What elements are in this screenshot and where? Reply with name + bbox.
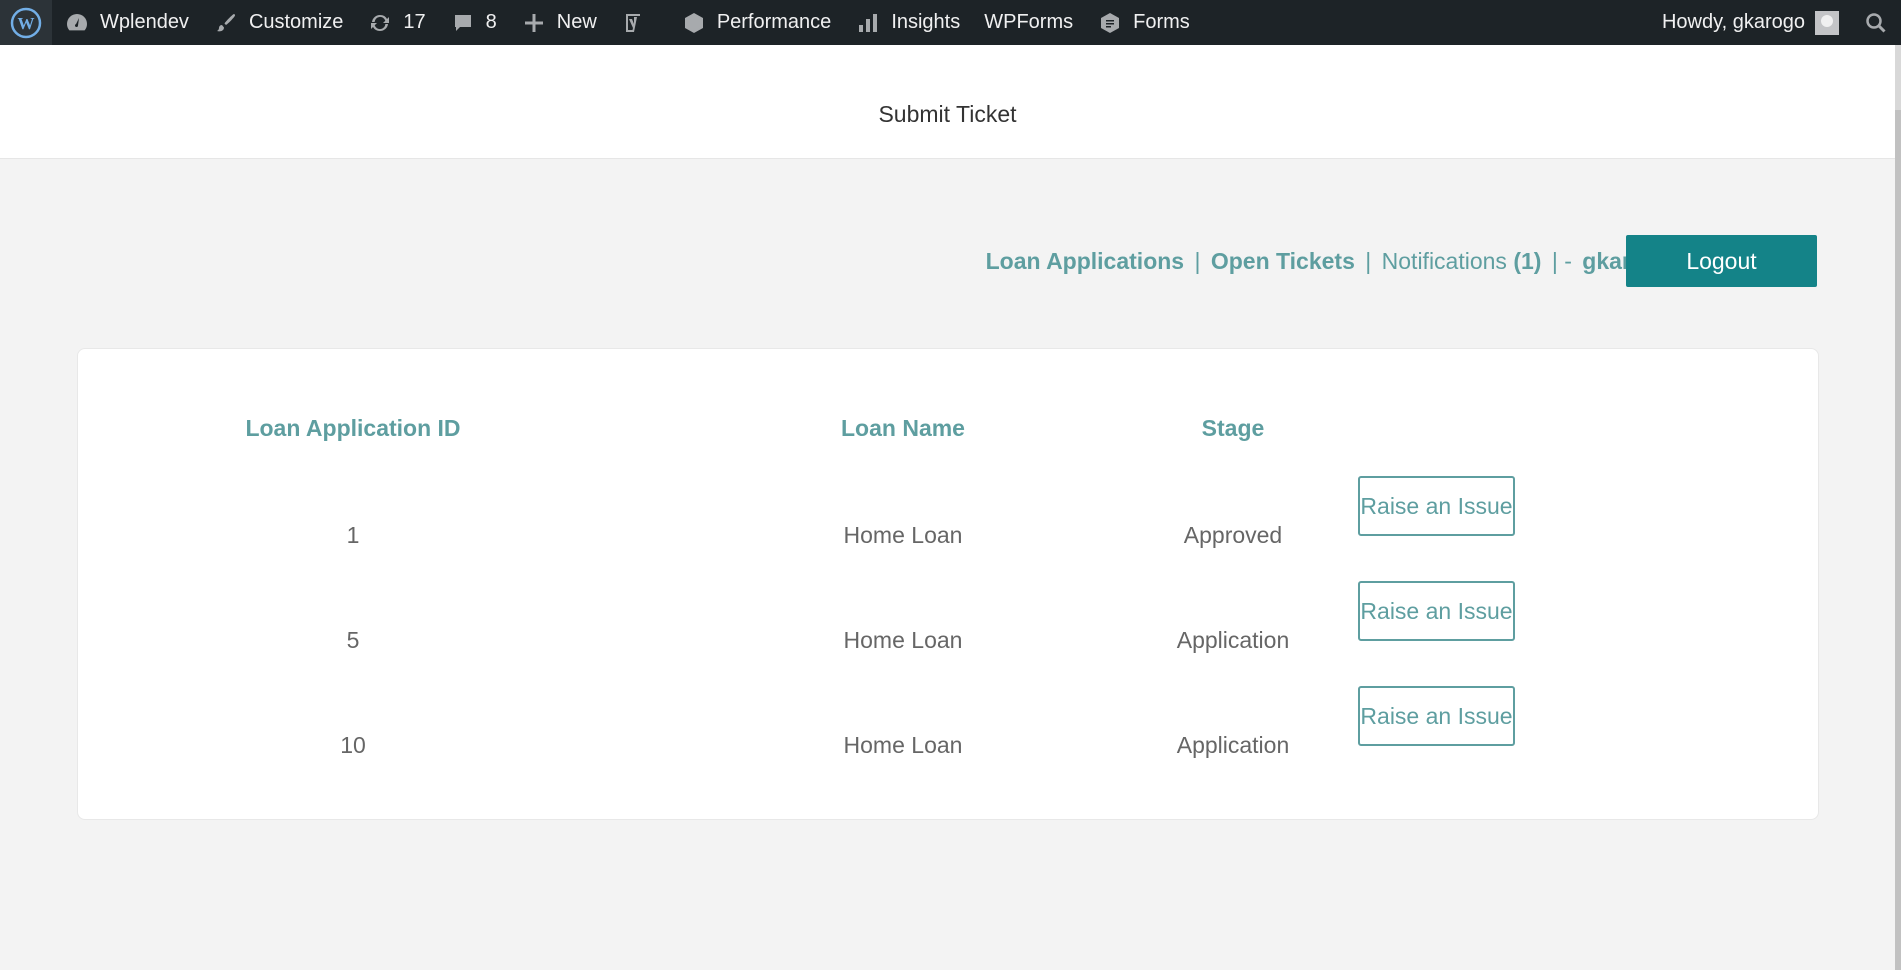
avatar — [1815, 10, 1839, 35]
raise-issue-button[interactable]: Raise an Issue — [1358, 581, 1515, 641]
scrollbar-thumb[interactable] — [1895, 110, 1901, 970]
nav-separator: | — [1194, 248, 1201, 274]
loan-applications-link[interactable]: Loan Applications — [986, 248, 1185, 274]
updates-count: 17 — [403, 11, 426, 33]
notifications-link[interactable]: Notifications — [1382, 248, 1507, 274]
performance-icon — [681, 10, 707, 36]
forms-menu[interactable]: Forms — [1085, 0, 1202, 45]
user-account-menu[interactable]: Howdy, gkarogo — [1650, 0, 1851, 45]
scrollbar-track[interactable] — [1895, 45, 1901, 970]
svg-text:W: W — [18, 14, 35, 33]
cell-loan-id: 5 — [346, 627, 360, 653]
forms-label: Forms — [1133, 11, 1190, 33]
site-name-label: Wplendev — [100, 11, 189, 33]
bar-chart-icon — [855, 10, 881, 36]
insights-label: Insights — [891, 11, 961, 33]
cell-loan-id: 10 — [340, 732, 366, 758]
comment-icon — [450, 10, 476, 36]
wordpress-logo-icon[interactable]: W — [0, 0, 52, 45]
performance-menu[interactable]: Performance — [669, 0, 844, 45]
nav-separator: | - — [1551, 248, 1572, 274]
notifications-count[interactable]: (1) — [1513, 248, 1541, 274]
cell-stage: Application — [1176, 732, 1290, 758]
updates-link[interactable]: 17 — [355, 0, 437, 45]
column-header-stage: Stage — [1201, 415, 1265, 441]
search-icon — [1863, 10, 1889, 36]
comments-link[interactable]: 8 — [438, 0, 509, 45]
new-label: New — [556, 11, 597, 33]
raise-issue-button[interactable]: Raise an Issue — [1358, 476, 1515, 536]
column-header-loan-application-id: Loan Application ID — [245, 415, 461, 441]
column-header-loan-name: Loan Name — [841, 415, 965, 441]
loan-applications-table: Loan Application ID Loan Name Stage 1 Ho… — [77, 348, 1819, 820]
cell-stage: Application — [1176, 627, 1290, 653]
plus-icon — [521, 10, 547, 36]
wpforms-menu[interactable]: WPForms — [972, 0, 1085, 45]
cell-loan-id: 1 — [346, 522, 360, 548]
logout-button[interactable]: Logout — [1626, 235, 1817, 287]
cell-loan-name: Home Loan — [843, 732, 963, 758]
new-content-menu[interactable]: New — [509, 0, 609, 45]
comments-count: 8 — [485, 11, 497, 33]
page-header: Submit Ticket — [0, 45, 1895, 159]
dashboard-icon — [64, 10, 90, 36]
cell-loan-name: Home Loan — [843, 627, 963, 653]
user-nav: Loan Applications | Open Tickets | Notif… — [986, 248, 1673, 275]
yoast-icon — [621, 10, 647, 36]
performance-label: Performance — [716, 11, 832, 33]
customize-link[interactable]: Customize — [201, 0, 355, 45]
howdy-label: Howdy, gkarogo — [1661, 11, 1805, 33]
paintbrush-icon — [213, 10, 239, 36]
wpforms-label: WPForms — [984, 11, 1074, 33]
raise-issue-button[interactable]: Raise an Issue — [1358, 686, 1515, 746]
cell-stage: Approved — [1183, 522, 1283, 548]
site-name-menu[interactable]: Wplendev — [52, 0, 201, 45]
page-title: Submit Ticket — [878, 101, 1017, 127]
refresh-icon — [367, 10, 393, 36]
forms-icon — [1097, 10, 1123, 36]
admin-bar: W Wplendev Customize 17 8 New Performanc… — [0, 0, 1901, 45]
customize-label: Customize — [248, 11, 344, 33]
cell-loan-name: Home Loan — [843, 522, 963, 548]
insights-menu[interactable]: Insights — [843, 0, 972, 45]
open-tickets-link[interactable]: Open Tickets — [1211, 248, 1355, 274]
yoast-menu[interactable] — [609, 0, 669, 45]
search-button[interactable] — [1851, 0, 1901, 45]
nav-separator: | — [1365, 248, 1372, 274]
